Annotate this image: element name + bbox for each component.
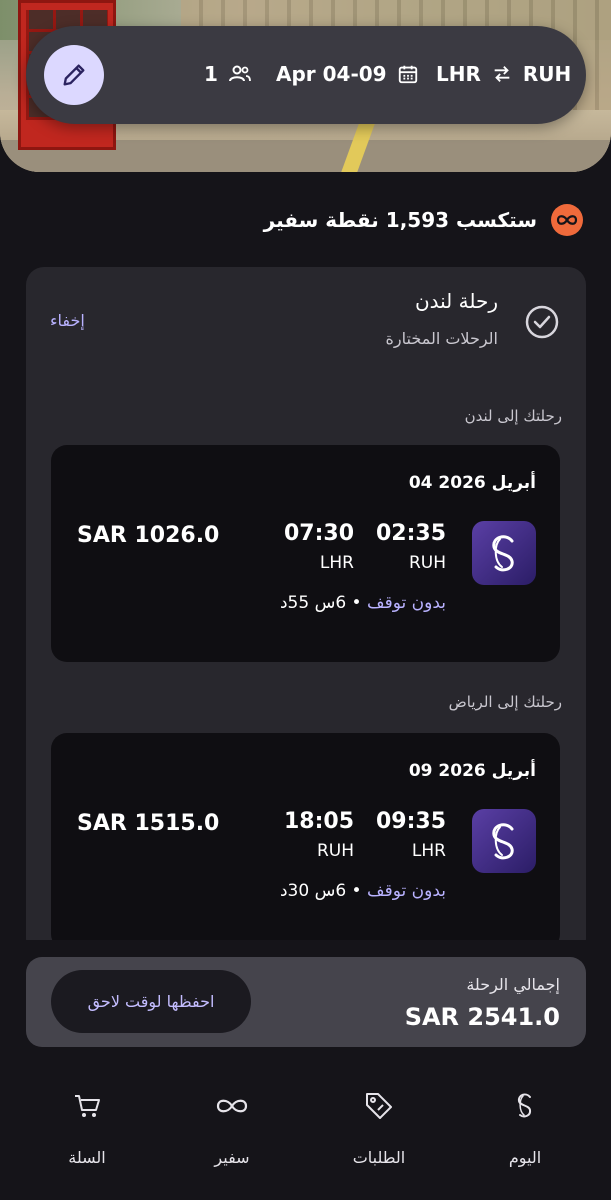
trip-title: رحلة لندن [414,289,498,313]
total-label: إجمالي الرحلة [466,975,560,994]
passenger-count[interactable]: 1 [204,62,252,86]
nav-cart[interactable]: السلة [32,1086,142,1176]
arrival-time: 18:05 [283,809,354,834]
arrival-airport: RUH [316,841,354,861]
search-summary-bar[interactable]: 1 Apr 04-09 LHR RUH [26,26,586,124]
save-for-later-button[interactable]: احفظها لوقت لاحق [51,970,251,1033]
tag-icon [366,1093,392,1119]
date-range-value: Apr 04-09 [276,62,387,86]
nonstop-label: بدون توقف [367,881,446,901]
route-destination: RUH [522,62,572,86]
trip-subtitle: الرحلات المختارة [385,329,498,348]
edit-search-button[interactable] [44,45,104,105]
people-icon [228,65,251,82]
flight-date: 09 أبريل 2026 [408,761,536,781]
trip-card: رحلة لندن الرحلات المختارة إخفاء رحلتك إ… [26,267,586,957]
outbound-section-label: رحلتك إلى لندن [464,407,562,425]
infinity-icon [216,1099,248,1113]
flight-price: SAR 1515.0 [77,811,220,836]
nav-orders[interactable]: الطلبات [324,1086,434,1176]
trip-total-bar: إجمالي الرحلة SAR 2541.0 احفظها لوقت لاح… [26,957,586,1047]
departure-time: 02:35 [375,521,446,546]
departure-time: 09:35 [375,809,446,834]
flight-card-outbound[interactable]: 04 أبريل 2026 02:35 07:30 RUH LHR SAR 10… [51,445,560,662]
nonstop-label: بدون توقف [367,593,446,613]
points-earn-text: ستكسب 1,593 نقطة سفير [263,208,537,232]
swap-arrows-icon [494,66,510,82]
date-range[interactable]: Apr 04-09 [276,62,419,86]
nav-safeer-label: سفير [214,1148,250,1167]
flight-duration: • 6س 30د [279,881,362,901]
passenger-count-value: 1 [204,62,218,86]
departure-airport: LHR [411,841,446,861]
bottom-navigation: اليوم الطلبات سفير السلة [0,1062,611,1200]
pencil-icon [63,64,85,86]
flight-stops-duration: بدون توقف • 6س 30د [280,881,446,901]
cart-icon [75,1095,100,1117]
airline-logo-icon [472,809,536,873]
flight-date: 04 أبريل 2026 [408,473,536,493]
nav-cart-label: السلة [68,1148,106,1167]
nav-today[interactable]: اليوم [470,1086,580,1176]
airline-logo-icon [472,521,536,585]
total-value: SAR 2541.0 [404,1003,560,1031]
flight-price: SAR 1026.0 [77,523,220,548]
safeer-infinity-icon [551,204,583,236]
nav-orders-label: الطلبات [352,1148,406,1167]
return-section-label: رحلتك إلى الرياض [448,693,562,711]
arrival-airport: LHR [319,553,354,573]
nav-safeer[interactable]: سفير [177,1086,287,1176]
hide-button[interactable]: إخفاء [50,311,85,330]
flight-duration: • 6س 55د [279,593,362,613]
calendar-icon [398,65,417,84]
safeer-points-row: ستكسب 1,593 نقطة سفير [264,200,583,240]
flight-stops-duration: بدون توقف • 6س 55د [280,593,446,613]
route-origin: LHR [436,62,481,86]
nav-today-label: اليوم [508,1148,542,1167]
flight-card-return[interactable]: 09 أبريل 2026 09:35 18:05 LHR RUH SAR 15… [51,733,560,950]
check-circle-icon [524,304,560,344]
today-logo-icon [517,1093,532,1118]
arrival-time: 07:30 [283,521,354,546]
route[interactable]: LHR RUH [436,62,571,86]
departure-airport: RUH [408,553,446,573]
